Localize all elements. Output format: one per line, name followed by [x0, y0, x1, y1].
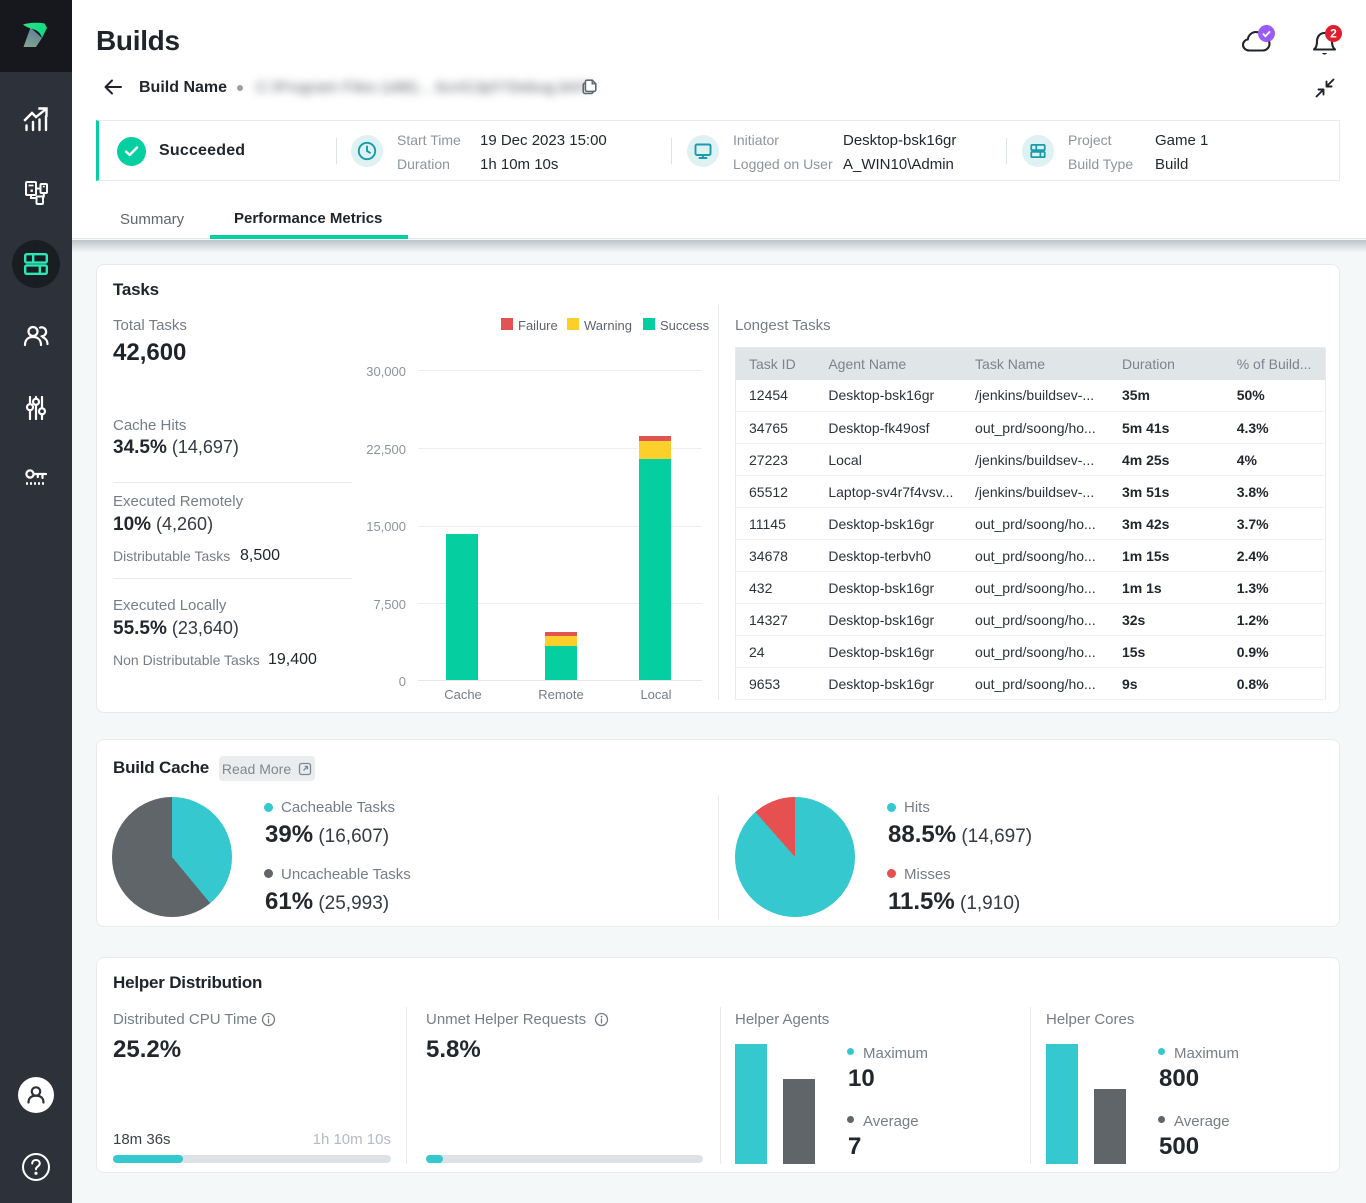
svg-text:2: 2: [1330, 27, 1337, 41]
